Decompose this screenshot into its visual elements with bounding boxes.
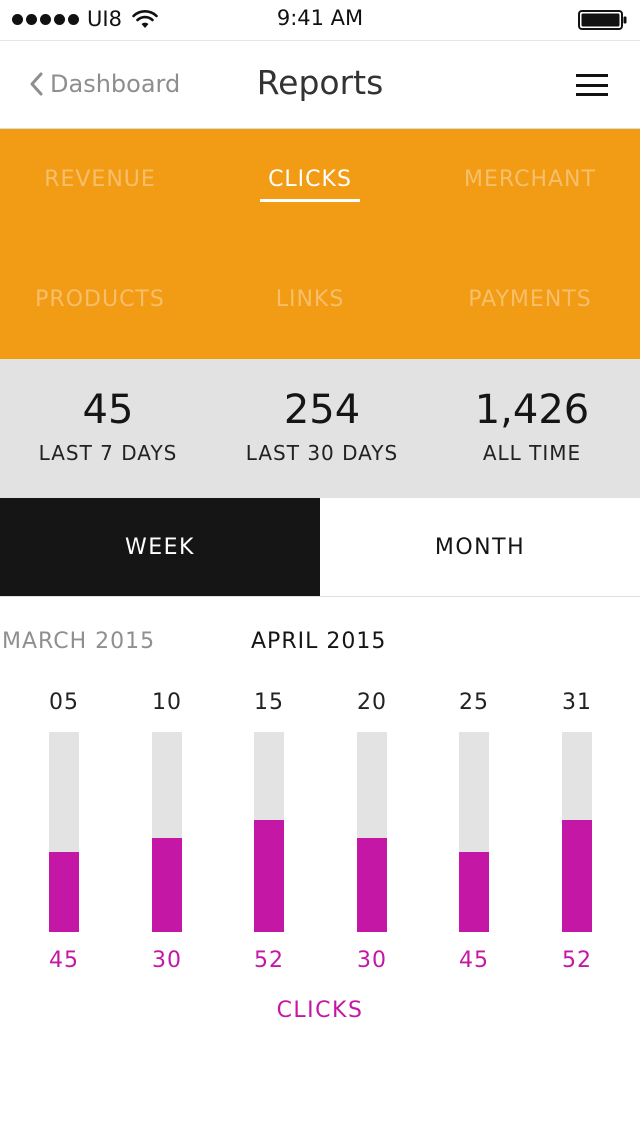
stat-label: ALL TIME — [482, 441, 582, 465]
status-time: 9:41 AM — [276, 6, 364, 30]
chart-bar[interactable] — [254, 820, 284, 932]
chart-value-label: 30 — [152, 948, 182, 973]
tab-payments[interactable]: PAYMENTS — [430, 287, 630, 312]
chart-bar[interactable] — [357, 838, 387, 932]
stat-value: 254 — [283, 387, 361, 433]
chart-bar[interactable] — [562, 820, 592, 932]
week-button[interactable]: WEEK — [0, 498, 320, 596]
chart-day-label: 15 — [254, 690, 284, 715]
period-toggle: WEEK MONTH — [0, 498, 640, 597]
chart-day-label: 05 — [49, 690, 79, 715]
stat-all-time: 1,426 ALL TIME — [432, 387, 632, 465]
nav-bar: Dashboard Reports — [0, 40, 640, 129]
page-title: Reports — [256, 63, 384, 102]
chart-legend: CLICKS — [276, 998, 364, 1023]
chart-bar[interactable] — [49, 852, 79, 932]
tab-revenue[interactable]: REVENUE — [0, 167, 200, 192]
chart-value-label: 52 — [562, 948, 592, 973]
chart-value-label: 45 — [459, 948, 489, 973]
battery-icon — [578, 10, 627, 30]
stat-value: 45 — [82, 387, 134, 433]
tab-products[interactable]: PRODUCTS — [0, 287, 200, 312]
stat-last-30-days: 254 LAST 30 DAYS — [212, 387, 432, 465]
chart-value-label: 52 — [254, 948, 284, 973]
chart-value-label: 30 — [357, 948, 387, 973]
chart-day-label: 31 — [562, 690, 592, 715]
chart-day-label: 20 — [357, 690, 387, 715]
stat-label: LAST 7 DAYS — [38, 441, 178, 465]
status-bar: UI8 9:41 AM — [0, 0, 640, 40]
chart-day-label: 25 — [459, 690, 489, 715]
tab-merchant[interactable]: MERCHANT — [430, 167, 630, 192]
stat-value: 1,426 — [474, 387, 590, 433]
previous-month[interactable]: MARCH 2015 — [2, 629, 155, 654]
chart-value-label: 45 — [49, 948, 79, 973]
chart-day-label: 10 — [152, 690, 182, 715]
tab-clicks[interactable]: CLICKS — [210, 167, 410, 192]
tab-links[interactable]: LINKS — [210, 287, 410, 312]
active-tab-indicator — [260, 199, 360, 202]
category-tabs: REVENUE CLICKS MERCHANT PRODUCTS LINKS P… — [0, 129, 640, 359]
current-month[interactable]: APRIL 2015 — [251, 629, 386, 654]
stats-panel: 45 LAST 7 DAYS 254 LAST 30 DAYS 1,426 AL… — [0, 359, 640, 498]
chart-bar[interactable] — [459, 852, 489, 932]
hamburger-menu-icon[interactable] — [576, 74, 608, 96]
clicks-bar-chart: 05 45 10 30 15 52 20 30 25 45 31 52 — [0, 680, 640, 1000]
stat-last-7-days: 45 LAST 7 DAYS — [8, 387, 208, 465]
month-button[interactable]: MONTH — [320, 498, 640, 596]
stat-label: LAST 30 DAYS — [245, 441, 399, 465]
chart-bar[interactable] — [152, 838, 182, 932]
